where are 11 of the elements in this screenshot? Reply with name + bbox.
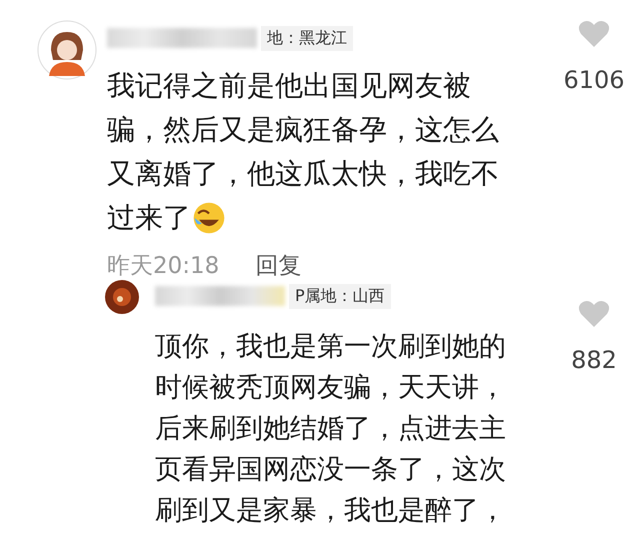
comment-text: 顶你，我也是第一次刷到她的 时候被秃顶网友骗，天天讲， 后来刷到她结婚了，点进去主 页看异国网恋没一条了，这次 刷到又是家暴，我也是醉了，	[155, 330, 506, 528]
avatar-icon[interactable]	[105, 280, 139, 314]
laughing-emoji-icon	[191, 200, 227, 236]
like-count: 882	[571, 346, 617, 374]
comment-time: 昨天20:18	[107, 252, 220, 281]
reply-link[interactable]: 回复	[255, 250, 302, 281]
avatar-icon[interactable]	[37, 20, 97, 80]
like-count: 6106	[563, 66, 625, 94]
comment-text: 我记得之前是他出国见网友被 骗，然后又是疯狂备孕，这怎么 又离婚了，他这瓜太快，我吃不 过来了	[107, 68, 499, 238]
ip-location: P属地：山西	[289, 284, 391, 308]
ip-location: 地：黑龙江	[261, 26, 353, 50]
